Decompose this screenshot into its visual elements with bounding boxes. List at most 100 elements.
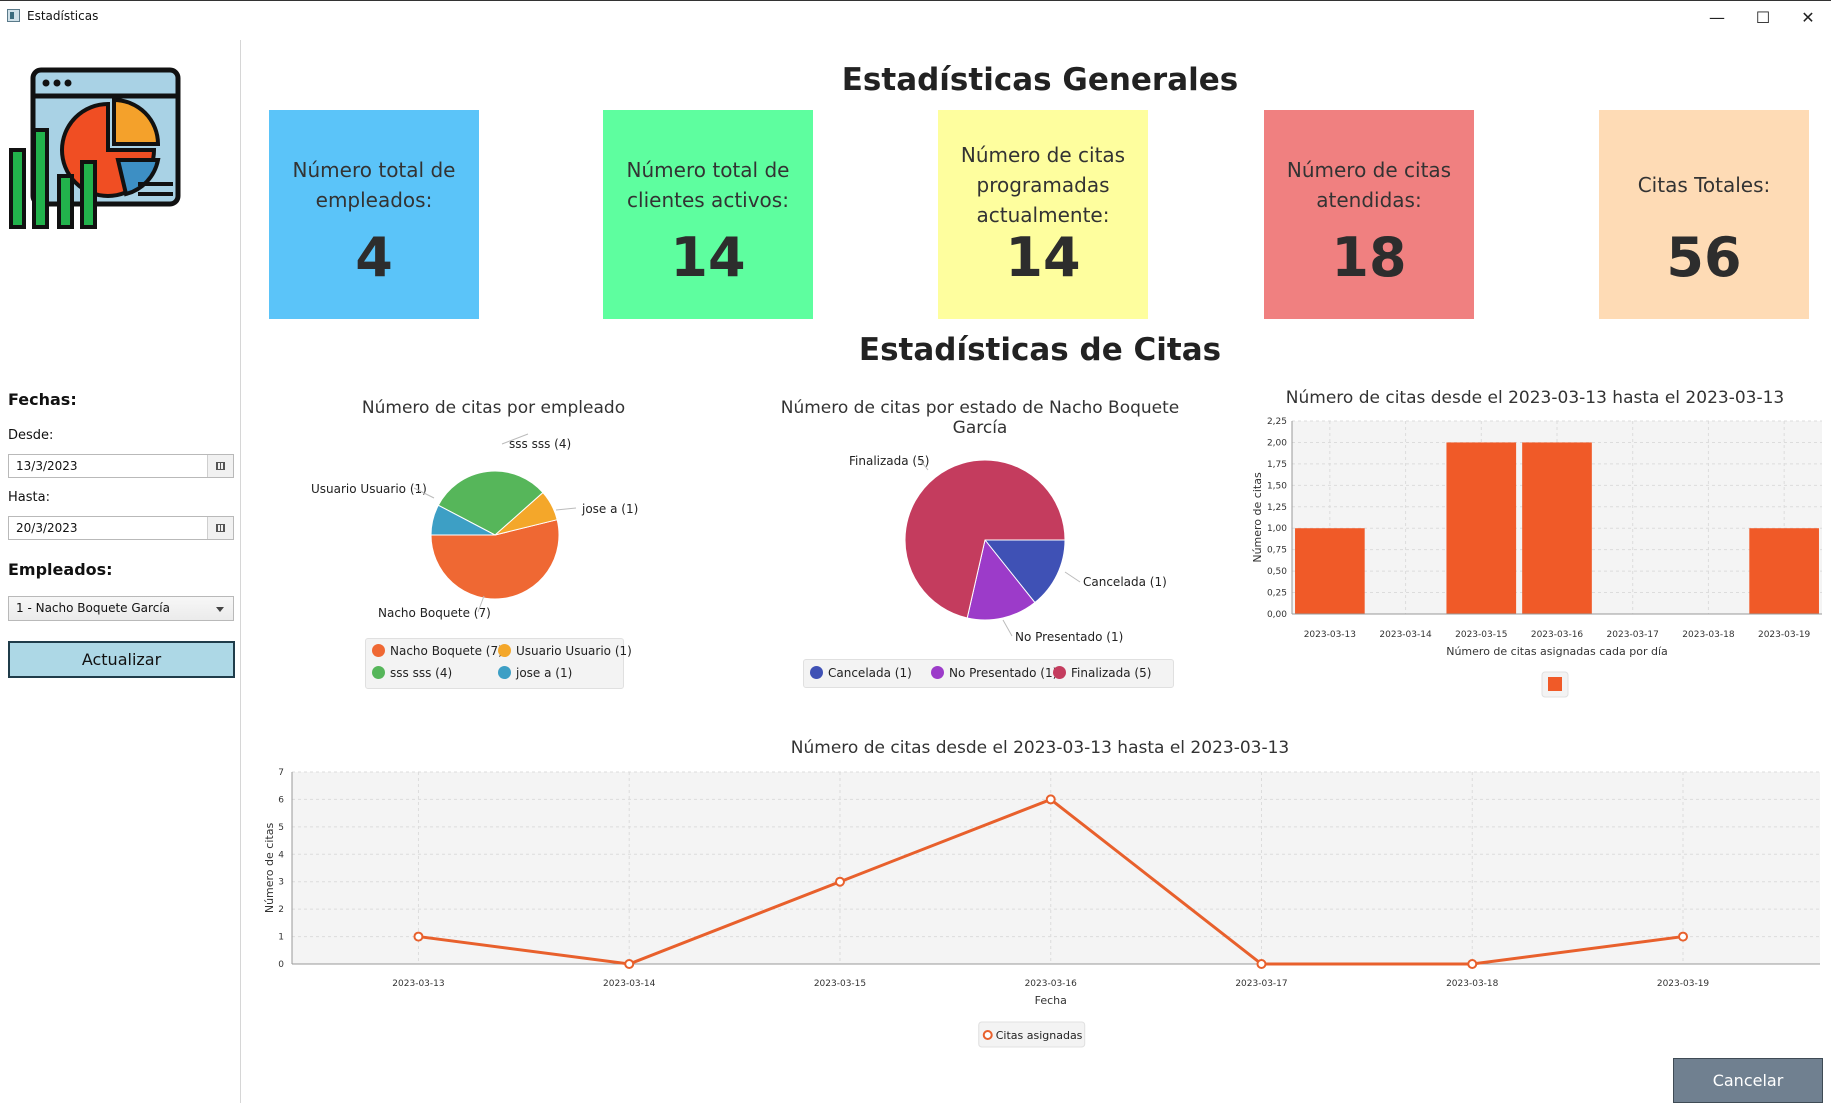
- maximize-icon[interactable]: ☐: [1740, 1, 1786, 33]
- legend-item: jose a (1): [498, 666, 572, 680]
- legend-swatch: [372, 666, 385, 679]
- stat-card: Número total de empleados: 4: [269, 110, 479, 319]
- bar: [1749, 528, 1819, 614]
- from-date-value: 13/3/2023: [16, 459, 78, 473]
- chevron-down-icon: [216, 607, 224, 612]
- pie-slice-label: Cancelada (1): [1083, 575, 1167, 589]
- y-tick-label: 0: [278, 960, 284, 970]
- y-tick-label: 7: [278, 768, 284, 778]
- y-tick-label: 0,75: [1267, 546, 1287, 556]
- y-tick-label: 1,75: [1267, 460, 1287, 470]
- y-tick-label: 1,50: [1267, 481, 1287, 491]
- employee-select[interactable]: 1 - Nacho Boquete García: [8, 596, 234, 621]
- citas-stats-title: Estadísticas de Citas: [858, 332, 1222, 368]
- stat-card-value: 14: [1005, 226, 1081, 289]
- x-axis-label: Número de citas asignadas cada por día: [1446, 645, 1668, 658]
- to-date-field[interactable]: 20/3/2023: [8, 516, 234, 540]
- legend-label: Usuario Usuario (1): [516, 644, 632, 658]
- from-label: Desde:: [8, 428, 54, 443]
- stat-card: Número de citas programadas actualmente:…: [938, 110, 1148, 319]
- x-tick-label: 2023-03-17: [1607, 630, 1659, 640]
- legend-label: Citas asignadas: [996, 1029, 1083, 1042]
- stat-card: Número total de clientes activos: 14: [603, 110, 813, 319]
- x-tick-label: 2023-03-19: [1758, 630, 1811, 640]
- x-tick-label: 2023-03-17: [1235, 979, 1287, 989]
- legend-swatch: [498, 644, 511, 657]
- x-tick-label: 2023-03-19: [1657, 979, 1710, 989]
- legend-label: Cancelada (1): [828, 666, 912, 680]
- pie-employee-title: Número de citas por empleado: [361, 398, 626, 418]
- legend-swatch: [931, 666, 944, 679]
- x-tick-label: 2023-03-15: [1455, 630, 1507, 640]
- stat-card: Número de citas atendidas: 18: [1264, 110, 1474, 319]
- stat-card-value: 56: [1666, 226, 1742, 289]
- legend-item: Cancelada (1): [810, 666, 912, 680]
- bar: [1295, 528, 1365, 614]
- legend-swatch: [498, 666, 511, 679]
- legend-item: Nacho Boquete (7): [372, 644, 503, 658]
- y-tick-label: 3: [278, 878, 284, 888]
- y-tick-label: 2,25: [1267, 417, 1287, 427]
- cancel-button[interactable]: Cancelar: [1673, 1058, 1823, 1103]
- dates-heading: Fechas:: [8, 390, 77, 409]
- data-point: [1678, 931, 1689, 942]
- general-stats-title: Estadísticas Generales: [841, 62, 1239, 98]
- x-tick-label: 2023-03-16: [1025, 979, 1078, 989]
- pie-status-title: Número de citas por estado de Nacho Boqu…: [780, 398, 1180, 438]
- pie-slice-label: No Presentado (1): [1015, 630, 1124, 644]
- employees-heading: Empleados:: [8, 560, 113, 579]
- data-point: [1467, 959, 1478, 969]
- close-icon[interactable]: ✕: [1785, 1, 1831, 33]
- y-tick-label: 1,25: [1267, 503, 1287, 513]
- legend-swatch: [372, 644, 385, 657]
- calendar-icon: [216, 524, 225, 532]
- to-date-value: 20/3/2023: [16, 521, 78, 535]
- stat-card-value: 4: [355, 226, 393, 289]
- x-tick-label: 2023-03-13: [1304, 630, 1356, 640]
- data-point: [1256, 959, 1267, 969]
- from-date-field[interactable]: 13/3/2023: [8, 454, 234, 478]
- stat-card: Citas Totales: 56: [1599, 110, 1809, 319]
- x-tick-label: 2023-03-14: [1379, 630, 1432, 640]
- x-tick-label: 2023-03-14: [603, 979, 656, 989]
- y-axis-label: Número de citas: [1251, 472, 1264, 563]
- y-tick-label: 4: [278, 850, 284, 860]
- pie-status-chart: [904, 459, 1066, 621]
- pie-slice-label: Nacho Boquete (7): [378, 606, 491, 620]
- refresh-button[interactable]: Actualizar: [8, 641, 235, 678]
- data-point: [413, 931, 424, 942]
- legend-item: Finalizada (5): [1053, 666, 1151, 680]
- bar-chart: 0,00 0,25 0,50 0,75 1,00 1,25 1,50 1,75 2,00 2,25…: [1251, 417, 1822, 698]
- x-tick-label: 2023-03-16: [1531, 630, 1584, 640]
- legend-swatch: [1548, 677, 1562, 691]
- sidebar-divider: [240, 40, 241, 1103]
- y-tick-label: 6: [278, 795, 284, 805]
- pie-slice-label: Usuario Usuario (1): [311, 482, 427, 496]
- legend-label: No Presentado (1): [949, 666, 1058, 680]
- y-axis-label: Número de citas: [263, 823, 276, 914]
- pie-slice-label: Finalizada (5): [849, 454, 930, 468]
- y-tick-label: 5: [278, 823, 284, 833]
- legend-swatch: [982, 1030, 993, 1040]
- data-point: [834, 876, 845, 887]
- app-icon: [7, 9, 20, 22]
- pie-employee-chart: [430, 470, 560, 600]
- legend-label: Finalizada (5): [1071, 666, 1152, 680]
- minimize-icon[interactable]: —: [1694, 1, 1740, 33]
- legend-swatch: [810, 666, 823, 679]
- legend-swatch: [1053, 666, 1066, 679]
- pie-slice-label: sss sss (4): [509, 437, 572, 451]
- to-label: Hasta:: [8, 490, 50, 505]
- bar-chart-title: Número de citas desde el 2023-03-13 hast…: [1285, 388, 1785, 408]
- from-calendar-button[interactable]: [207, 455, 233, 477]
- stat-card-value: 18: [1331, 226, 1407, 289]
- y-tick-label: 1: [278, 933, 284, 943]
- y-tick-label: 0,25: [1267, 589, 1287, 599]
- employee-select-value: 1 - Nacho Boquete García: [16, 601, 170, 615]
- x-tick-label: 2023-03-18: [1446, 979, 1499, 989]
- x-axis-label: Fecha: [1035, 994, 1067, 1007]
- window-title: Estadísticas: [27, 9, 99, 23]
- data-point: [624, 959, 635, 969]
- to-calendar-button[interactable]: [207, 517, 233, 539]
- legend-item: sss sss (4): [372, 666, 452, 680]
